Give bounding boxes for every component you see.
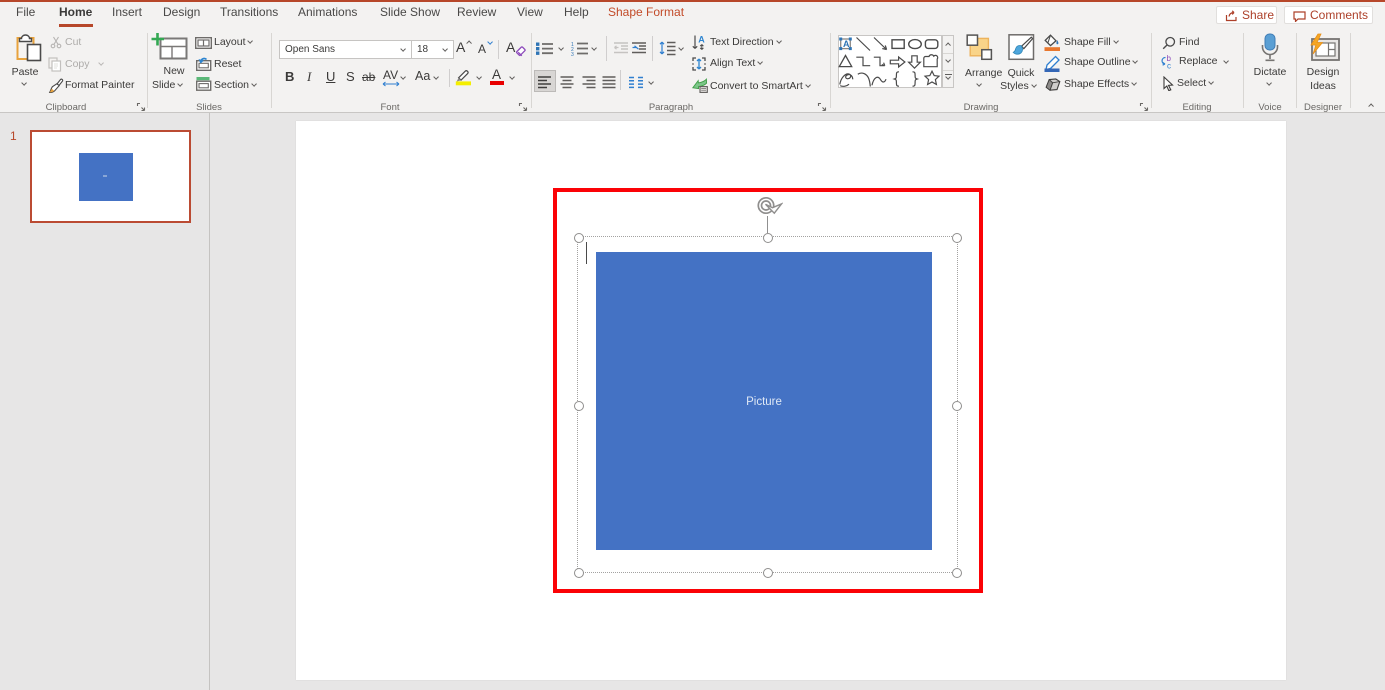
svg-text:c: c [1167,62,1171,70]
svg-text:3: 3 [571,52,574,56]
svg-text:A: A [843,39,850,49]
svg-text:A: A [698,35,705,45]
